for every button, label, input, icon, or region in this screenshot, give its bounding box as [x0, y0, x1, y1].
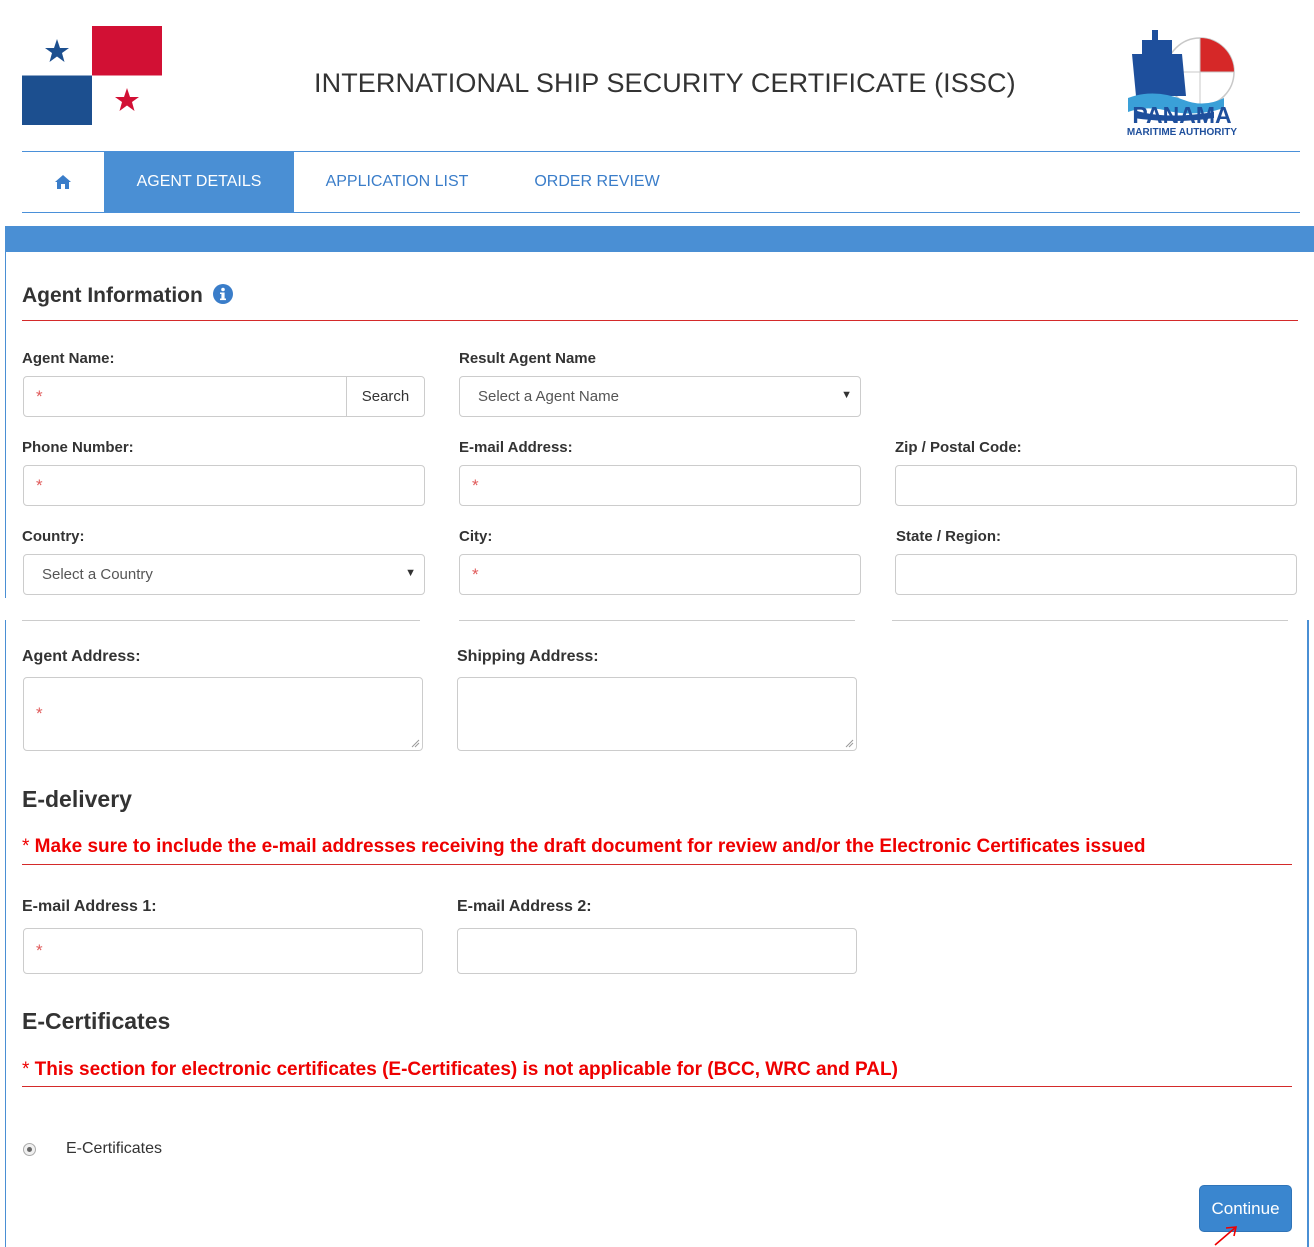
- phone-label: Phone Number:: [22, 439, 134, 456]
- ecertificates-title: E-Certificates: [22, 1008, 171, 1034]
- page-title: INTERNATIONAL SHIP SECURITY CERTIFICATE …: [314, 68, 1016, 98]
- resize-handle-icon[interactable]: [845, 739, 854, 748]
- panel-header-bar: [5, 226, 1314, 252]
- logo-sub-text: MARITIME AUTHORITY: [1126, 127, 1238, 138]
- column-divider: [459, 620, 855, 621]
- panel-border: [5, 252, 6, 598]
- home-icon: [55, 175, 71, 189]
- phone-input[interactable]: *: [23, 465, 425, 506]
- shipping-address-label: Shipping Address:: [457, 648, 599, 665]
- email2-label: E-mail Address 2:: [457, 898, 592, 915]
- required-marker: *: [36, 387, 43, 406]
- agent-address-textarea[interactable]: *: [23, 677, 423, 751]
- email1-label: E-mail Address 1:: [22, 898, 157, 915]
- cursor-arrow-icon: [1214, 1226, 1238, 1246]
- panama-flag-logo: [22, 26, 162, 125]
- column-divider: [892, 620, 1288, 621]
- info-circle-icon[interactable]: [213, 284, 233, 304]
- search-button[interactable]: Search: [346, 377, 424, 416]
- ecertificates-notice: * This section for electronic certificat…: [22, 1059, 898, 1081]
- country-label: Country:: [22, 528, 85, 545]
- caret-down-icon: ▼: [405, 567, 416, 579]
- email-input[interactable]: *: [459, 465, 861, 506]
- edelivery-notice: * Make sure to include the e-mail addres…: [22, 836, 1145, 858]
- agent-name-input[interactable]: * Search: [23, 376, 425, 417]
- zip-input[interactable]: [895, 465, 1297, 506]
- section-divider: [22, 864, 1292, 865]
- edelivery-title: E-delivery: [22, 786, 132, 812]
- section-divider: [22, 320, 1298, 321]
- required-marker: *: [36, 941, 43, 960]
- section-divider: [22, 1086, 1292, 1087]
- required-marker: *: [36, 476, 43, 495]
- tab-application-list[interactable]: APPLICATION LIST: [307, 152, 487, 212]
- notice-text: Make sure to include the e-mail addresse…: [29, 836, 1146, 857]
- notice-text: This section for electronic certificates…: [29, 1059, 898, 1080]
- agent-address-label: Agent Address:: [22, 648, 141, 665]
- email-label: E-mail Address:: [459, 439, 573, 456]
- ecertificates-radio-label[interactable]: E-Certificates: [66, 1140, 162, 1158]
- zip-label: Zip / Postal Code:: [895, 439, 1022, 456]
- panel-border: [5, 620, 6, 1247]
- required-marker: *: [472, 565, 479, 584]
- state-label: State / Region:: [896, 528, 1002, 545]
- tab-order-review[interactable]: ORDER REVIEW: [517, 152, 677, 212]
- logo-wordmark: PANAMA MARITIME AUTHORITY: [1124, 103, 1240, 139]
- caret-down-icon: ▼: [841, 389, 852, 401]
- resize-handle-icon[interactable]: [411, 739, 420, 748]
- state-input[interactable]: [895, 554, 1297, 595]
- agent-name-label: Agent Name:: [22, 350, 115, 367]
- column-divider: [22, 620, 420, 621]
- agent-info-title: Agent Information: [22, 284, 203, 307]
- required-marker: *: [36, 704, 43, 723]
- main-nav: AGENT DETAILS APPLICATION LIST ORDER REV…: [22, 151, 1300, 213]
- panel-border: [1307, 620, 1309, 1247]
- country-select[interactable]: Select a Country ▼: [23, 554, 425, 595]
- city-label: City:: [459, 528, 493, 545]
- required-marker: *: [472, 476, 479, 495]
- email1-input[interactable]: *: [23, 928, 423, 974]
- email2-input[interactable]: [457, 928, 857, 974]
- result-agent-name-select[interactable]: Select a Agent Name ▼: [459, 376, 861, 417]
- shipping-address-textarea[interactable]: [457, 677, 857, 751]
- logo-main-text: PANAMA: [1132, 102, 1232, 128]
- select-value: Select a Agent Name: [478, 388, 619, 405]
- city-input[interactable]: *: [459, 554, 861, 595]
- result-agent-name-label: Result Agent Name: [459, 350, 596, 367]
- select-value: Select a Country: [42, 566, 153, 583]
- tab-agent-details[interactable]: AGENT DETAILS: [104, 152, 294, 212]
- ecertificates-radio[interactable]: [23, 1143, 36, 1156]
- nav-home[interactable]: [22, 152, 104, 212]
